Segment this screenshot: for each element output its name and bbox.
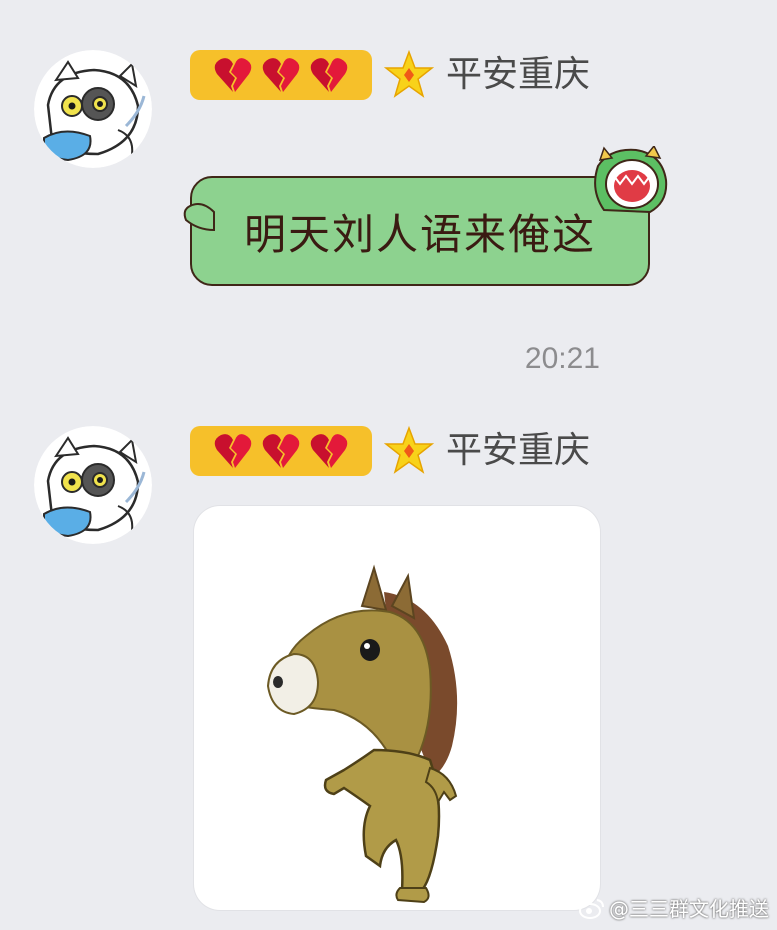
broken-heart-icon: [214, 434, 252, 468]
horse-sticker-icon: [266, 564, 458, 904]
broken-heart-icon: [262, 434, 300, 468]
sender-name: 平安重庆: [446, 54, 591, 95]
level-badge[interactable]: [190, 426, 372, 476]
dino-bubble-decoration-icon: [183, 146, 668, 232]
broken-heart-icon: [214, 58, 252, 92]
star-icon: [384, 426, 434, 474]
broken-heart-icon: [262, 58, 300, 92]
weibo-icon: [579, 898, 604, 919]
level-badge[interactable]: [190, 50, 372, 100]
text-bubble[interactable]: 明天刘人语来俺这: [180, 146, 672, 296]
watermark-text: @三三群文化推送: [609, 897, 769, 921]
robot-avatar-icon: [34, 50, 152, 168]
broken-heart-icon: [310, 58, 348, 92]
robot-avatar-icon: [34, 426, 152, 544]
star-icon: [384, 50, 434, 98]
timestamp: 20:21: [524, 342, 600, 375]
chat-view: 平安重庆 明天刘人语来俺这 20:21 平安重庆 @三三群文化推送: [0, 0, 777, 930]
image-message[interactable]: [194, 506, 600, 910]
avatar[interactable]: [34, 426, 152, 544]
avatar[interactable]: [34, 50, 152, 168]
broken-heart-icon: [310, 434, 348, 468]
watermark: @三三群文化推送: [579, 893, 769, 922]
sender-name: 平安重庆: [446, 430, 591, 471]
